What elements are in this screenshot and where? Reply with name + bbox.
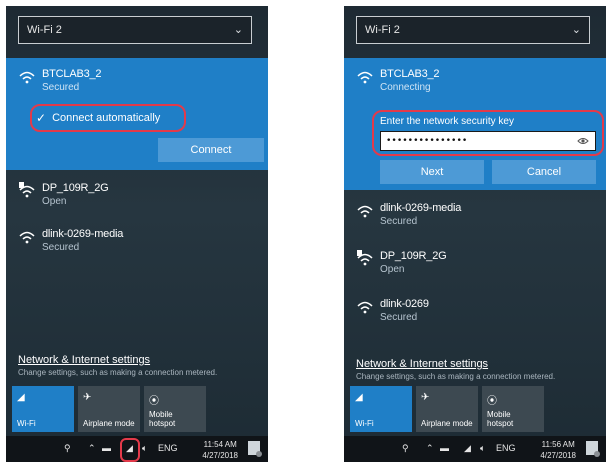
tile-label: Wi-Fi [355,419,374,428]
network-name: DP_109R_2G [42,182,109,194]
taskbar: ⚲ ⌃ ▬ ◢ 🔈︎ ENG 11:56 AM 4/27/2018 [344,436,606,462]
network-name: BTCLAB3_2 [42,68,102,80]
highlight-annotation [372,110,604,156]
airplane-mode-tile[interactable]: ✈ Airplane mode [416,386,478,432]
wifi-secured-icon [19,71,35,84]
wifi-open-warning-icon [357,250,373,266]
network-settings-description: Change settings, such as making a connec… [18,368,218,377]
taskbar: ⚲ ⌃ ▬ ◢ 🔈︎ ENG 11:54 AM 4/27/2018 [6,436,268,462]
adapter-dropdown-value: Wi-Fi 2 [365,24,400,36]
mobile-hotspot-tile[interactable]: ⦿ Mobile hotspot [482,386,544,432]
adapter-dropdown[interactable]: Wi-Fi 2 ⌄ [18,16,252,44]
chevron-up-icon[interactable]: ⌃ [88,443,96,454]
network-name: dlink-0269-media [42,228,124,240]
tile-label: Wi-Fi [17,419,36,428]
wifi-tile[interactable]: ◢ Wi-Fi [12,386,74,432]
network-status: Secured [42,82,80,93]
volume-icon[interactable]: 🔈︎ [142,443,147,454]
network-settings-link[interactable]: Network & Internet settings [356,358,488,370]
network-name: DP_109R_2G [380,250,447,262]
hotspot-icon: ⦿ [487,396,497,407]
people-icon[interactable]: ⚲ [402,443,409,454]
battery-icon: ▬ [102,443,111,453]
next-button[interactable]: Next [380,160,484,184]
people-icon[interactable]: ⚲ [64,443,71,454]
network-name: dlink-0269-media [380,202,462,214]
wifi-flyout-after: Wi-Fi 2 ⌄ BTCLAB3_2 Connecting Enter the… [344,6,606,462]
hotspot-icon: ⦿ [149,396,159,407]
network-status: Secured [380,216,418,227]
volume-icon[interactable]: 🔈︎ [480,443,485,454]
network-name: BTCLAB3_2 [380,68,440,80]
wifi-icon: ◢ [17,392,25,403]
highlight-annotation [30,104,186,132]
clock-time: 11:54 AM [203,440,237,449]
network-status: Open [42,196,67,207]
tile-label: Airplane mode [83,419,135,428]
chevron-down-icon: ⌄ [233,24,243,36]
language-indicator[interactable]: ENG [496,443,516,453]
network-status: Open [380,264,405,275]
airplane-icon: ✈ [83,392,92,403]
airplane-icon: ✈ [421,392,430,403]
network-tray-icon[interactable]: ◢ [464,443,471,454]
selected-network-item[interactable]: BTCLAB3_2 Connecting Enter the network s… [344,58,606,190]
cancel-button[interactable]: Cancel [492,160,596,184]
wifi-open-warning-icon [19,182,35,198]
language-indicator[interactable]: ENG [158,443,178,453]
adapter-dropdown-value: Wi-Fi 2 [27,24,62,36]
chevron-down-icon: ⌄ [571,24,581,36]
clock-date: 4/27/2018 [202,451,238,460]
tile-label: Mobile hotspot [487,410,514,428]
action-center-icon[interactable] [586,441,600,457]
connect-button[interactable]: Connect [158,138,264,162]
wifi-secured-icon [357,205,373,218]
tile-label: Mobile hotspot [149,410,176,428]
wifi-secured-icon [357,71,373,84]
wifi-tile[interactable]: ◢ Wi-Fi [350,386,412,432]
clock-date: 4/27/2018 [540,451,576,460]
network-status: Secured [380,312,418,323]
chevron-up-icon[interactable]: ⌃ [426,443,434,454]
wifi-secured-icon [19,231,35,244]
airplane-mode-tile[interactable]: ✈ Airplane mode [78,386,140,432]
network-settings-link[interactable]: Network & Internet settings [18,354,150,366]
clock[interactable]: 11:54 AM 4/27/2018 [202,439,238,461]
clock-time: 11:56 AM [541,440,575,449]
network-settings-description: Change settings, such as making a connec… [356,372,556,381]
tile-label: Airplane mode [421,419,473,428]
network-name: dlink-0269 [380,298,429,310]
mobile-hotspot-tile[interactable]: ⦿ Mobile hotspot [144,386,206,432]
wifi-flyout-before: Wi-Fi 2 ⌄ BTCLAB3_2 Secured ✓ Connect au… [6,6,268,462]
action-center-icon[interactable] [248,441,262,457]
selected-network-item[interactable]: BTCLAB3_2 Secured ✓ Connect automaticall… [6,58,268,170]
highlight-annotation [120,438,140,462]
wifi-icon: ◢ [355,392,363,403]
wifi-secured-icon [357,301,373,314]
battery-icon: ▬ [440,443,449,453]
network-status: Secured [42,242,80,253]
clock[interactable]: 11:56 AM 4/27/2018 [540,439,576,461]
adapter-dropdown[interactable]: Wi-Fi 2 ⌄ [356,16,590,44]
network-status: Connecting [380,82,431,93]
